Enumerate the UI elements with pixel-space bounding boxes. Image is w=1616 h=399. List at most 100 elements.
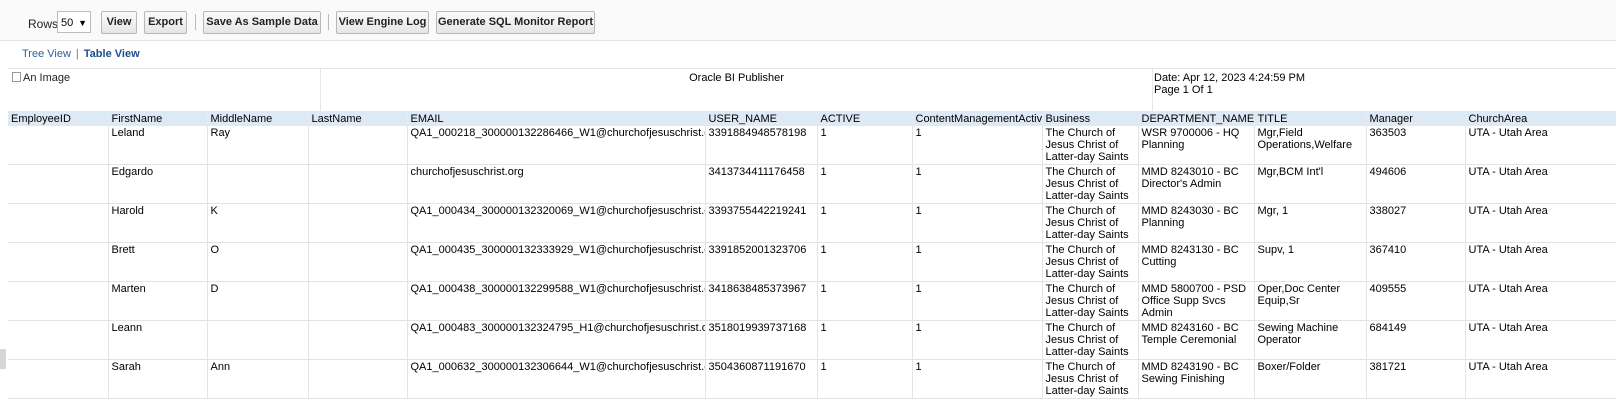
table-cell: QA1_000438_300000132299588_W1@churchofje… xyxy=(407,281,706,321)
table-row: Marten D QA1_000438_300000132299588_W1@chu… xyxy=(8,281,1616,321)
report-title: Oracle BI Publisher xyxy=(321,69,1153,111)
table-cell: 1 xyxy=(912,203,1043,243)
table-cell: 3391852001323706 xyxy=(705,242,818,282)
table-cell: 1 xyxy=(817,242,913,282)
table-cell: Harold xyxy=(108,203,208,243)
generate-sql-monitor-report-button[interactable]: Generate SQL Monitor Report xyxy=(436,11,595,34)
table-cell: 1 xyxy=(817,126,913,165)
table-header-row: EmployeeID FirstName MiddleName LastName EMA… xyxy=(8,111,1616,126)
table-cell xyxy=(308,164,408,204)
table-row: Leann QA1_000483_300000132324795_H1@churc… xyxy=(8,320,1616,360)
table-cell xyxy=(8,242,109,282)
view-link-divider: | xyxy=(75,48,79,60)
table-cell: UTA - Utah Area xyxy=(1465,164,1616,204)
table-cell xyxy=(207,164,309,204)
table-cell: Ray xyxy=(207,126,309,165)
table-cell: QA1_000218_300000132286466_W1@churchofje… xyxy=(407,126,706,165)
table-cell xyxy=(8,164,109,204)
table-cell: 338027 xyxy=(1366,203,1466,243)
table-row: Leland Ray QA1_000218_300000132286466_W1@c… xyxy=(8,126,1616,165)
table-cell: The Church of Jesus Christ of Latter-day… xyxy=(1042,359,1139,399)
tree-view-link[interactable]: Tree View xyxy=(22,48,71,60)
table-cell: The Church of Jesus Christ of Latter-day… xyxy=(1042,203,1139,243)
table-cell xyxy=(8,126,109,165)
table-cell: Leland xyxy=(108,126,208,165)
column-header: EmployeeID xyxy=(8,111,109,126)
table-cell: Supv, 1 xyxy=(1254,242,1367,282)
rows-select-value: 50 xyxy=(61,17,74,29)
column-header: TITLE xyxy=(1254,111,1367,126)
table-cell: The Church of Jesus Christ of Latter-day… xyxy=(1042,164,1139,204)
table-cell: 1 xyxy=(817,359,913,399)
table-cell: 367410 xyxy=(1366,242,1466,282)
table-cell: 381721 xyxy=(1366,359,1466,399)
table-cell: 1 xyxy=(912,242,1043,282)
column-header: USER_NAME xyxy=(705,111,818,126)
table-cell: 3418638485373967 xyxy=(705,281,818,321)
table-cell: 3391884948578198 xyxy=(705,126,818,165)
view-engine-log-button[interactable]: View Engine Log xyxy=(336,11,429,34)
table-cell: Mgr,Field Operations,Welfare xyxy=(1254,126,1367,165)
table-view-link[interactable]: Table View xyxy=(84,48,140,60)
table-cell: 1 xyxy=(912,320,1043,360)
table-cell: The Church of Jesus Christ of Latter-day… xyxy=(1042,242,1139,282)
table-cell: The Church of Jesus Christ of Latter-day… xyxy=(1042,320,1139,360)
table-cell: QA1_000632_300000132306644_W1@churchofje… xyxy=(407,359,706,399)
table-cell xyxy=(8,281,109,321)
table-cell: UTA - Utah Area xyxy=(1465,242,1616,282)
table-cell: 3413734411176458 xyxy=(705,164,818,204)
table-cell: 1 xyxy=(912,164,1043,204)
report-page: Page 1 Of 1 xyxy=(1154,84,1213,96)
column-header: MiddleName xyxy=(207,111,309,126)
table-cell xyxy=(308,320,408,360)
save-as-sample-data-button[interactable]: Save As Sample Data xyxy=(203,11,321,34)
table-cell: QA1_000434_300000132320069_W1@churchofje… xyxy=(407,203,706,243)
table-cell: 1 xyxy=(912,281,1043,321)
column-header: ChurchArea xyxy=(1465,111,1616,126)
table-cell xyxy=(308,203,408,243)
view-button[interactable]: View xyxy=(101,11,137,34)
column-header: EMAIL xyxy=(407,111,706,126)
table-cell xyxy=(308,242,408,282)
table-cell: churchofjesuschrist.org xyxy=(407,164,706,204)
table-cell: 1 xyxy=(817,203,913,243)
table-cell: Mgr,BCM Int'l xyxy=(1254,164,1367,204)
table-cell: Leann xyxy=(108,320,208,360)
scrollbar-handle[interactable] xyxy=(0,349,6,369)
table-cell: 3504360871191670 xyxy=(705,359,818,399)
table-cell: UTA - Utah Area xyxy=(1465,359,1616,399)
table-cell: WSR 9700006 - HQ Planning xyxy=(1138,126,1255,165)
report-table-container: EmployeeID FirstName MiddleName LastName EMA… xyxy=(8,111,1616,399)
table-cell: Brett xyxy=(108,242,208,282)
view-switcher: Tree View | Table View xyxy=(22,48,140,60)
table-cell: Sewing Machine Operator xyxy=(1254,320,1367,360)
table-cell: D xyxy=(207,281,309,321)
table-cell xyxy=(207,320,309,360)
export-button[interactable]: Export xyxy=(144,11,187,34)
table-cell xyxy=(8,359,109,399)
column-header: FirstName xyxy=(108,111,208,126)
table-cell: QA1_000435_300000132333929_W1@churchofje… xyxy=(407,242,706,282)
table-cell: UTA - Utah Area xyxy=(1465,281,1616,321)
column-header: LastName xyxy=(308,111,408,126)
column-header: Business xyxy=(1042,111,1139,126)
table-row: Sarah Ann QA1_000632_300000132306644_W1@ch… xyxy=(8,359,1616,399)
report-logo-cell: An Image xyxy=(8,69,321,111)
table-cell xyxy=(8,203,109,243)
table-cell: 1 xyxy=(817,281,913,321)
table-cell: QA1_000483_300000132324795_H1@churchofje… xyxy=(407,320,706,360)
report-table: EmployeeID FirstName MiddleName LastName EMA… xyxy=(8,111,1616,399)
table-cell: Boxer/Folder xyxy=(1254,359,1367,399)
table-cell xyxy=(308,126,408,165)
table-cell xyxy=(308,359,408,399)
table-cell xyxy=(8,320,109,360)
broken-image: An Image xyxy=(12,72,70,84)
rows-select[interactable]: 50 ▼ xyxy=(57,11,91,33)
table-cell: Mgr, 1 xyxy=(1254,203,1367,243)
table-cell: The Church of Jesus Christ of Latter-day… xyxy=(1042,281,1139,321)
report-header: An Image Oracle BI Publisher Date: Apr 1… xyxy=(8,68,1616,111)
table-cell: 1 xyxy=(912,359,1043,399)
table-cell: 3518019939737168 xyxy=(705,320,818,360)
table-cell: UTA - Utah Area xyxy=(1465,320,1616,360)
table-cell: O xyxy=(207,242,309,282)
